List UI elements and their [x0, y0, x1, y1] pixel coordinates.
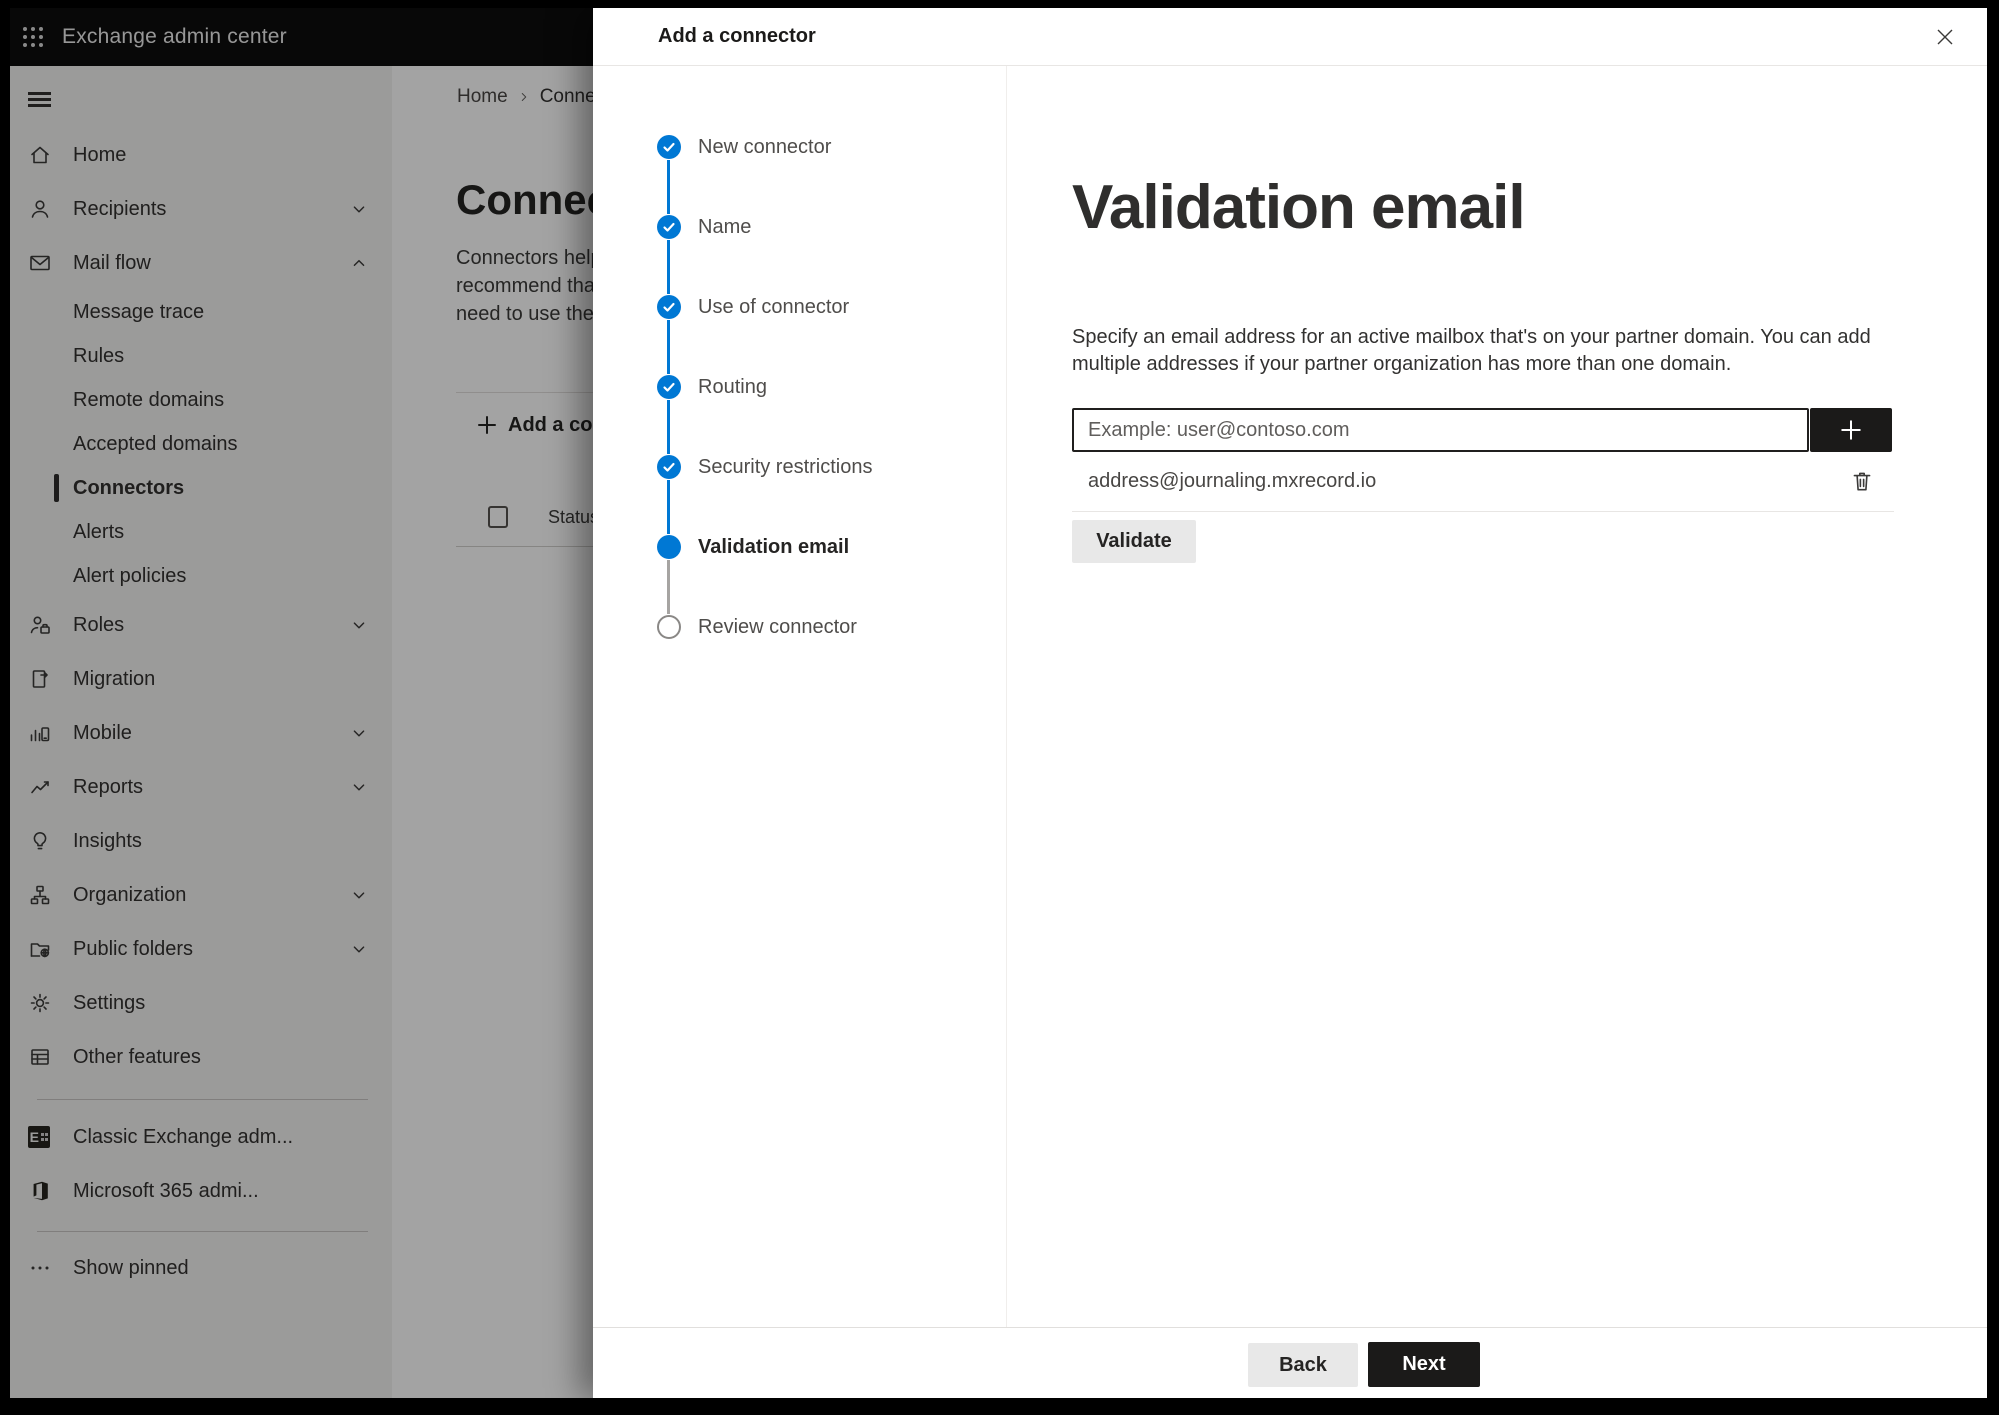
step-new-connector[interactable]: New connector	[657, 135, 831, 159]
add-connector-modal: Add a connector New connector Name Use o…	[593, 8, 1987, 1398]
close-icon[interactable]	[1927, 19, 1963, 55]
content-description: Specify an email address for an active m…	[1072, 326, 1871, 375]
step-connector-line	[667, 560, 670, 614]
step-validation-email[interactable]: Validation email	[657, 535, 849, 559]
modal-footer-divider	[593, 1327, 1987, 1328]
step-upcoming-icon	[657, 615, 681, 639]
content-heading: Validation email	[1072, 173, 1526, 242]
step-review-connector[interactable]: Review connector	[657, 615, 857, 639]
step-complete-icon	[657, 455, 681, 479]
added-address-text: address@journaling.mxrecord.io	[1088, 470, 1377, 492]
step-complete-icon	[657, 135, 681, 159]
validate-button[interactable]: Validate	[1072, 520, 1196, 563]
step-connector-line	[667, 240, 670, 294]
step-complete-icon	[657, 375, 681, 399]
back-button[interactable]: Back	[1248, 1343, 1358, 1387]
address-row-divider	[1072, 511, 1894, 512]
step-use-of-connector[interactable]: Use of connector	[657, 295, 849, 319]
trash-icon	[1853, 472, 1871, 491]
plus-icon	[1841, 420, 1861, 440]
email-address-input[interactable]	[1072, 408, 1809, 452]
step-connector-line	[667, 160, 670, 214]
add-address-button[interactable]	[1810, 408, 1892, 452]
modal-header-divider	[593, 65, 1987, 66]
delete-address-button[interactable]	[1847, 466, 1877, 496]
next-button[interactable]: Next	[1368, 1342, 1480, 1387]
steps-content-divider	[1006, 66, 1007, 1327]
step-complete-icon	[657, 215, 681, 239]
modal-title: Add a connector	[658, 25, 816, 47]
step-routing[interactable]: Routing	[657, 375, 767, 399]
step-connector-line	[667, 400, 670, 454]
step-connector-line	[667, 320, 670, 374]
step-connector-line	[667, 480, 670, 534]
step-security-restrictions[interactable]: Security restrictions	[657, 455, 873, 479]
step-complete-icon	[657, 295, 681, 319]
app-window: Exchange admin center Home Recipients Ma…	[10, 8, 1987, 1398]
step-current-icon	[657, 535, 681, 559]
step-name[interactable]: Name	[657, 215, 751, 239]
